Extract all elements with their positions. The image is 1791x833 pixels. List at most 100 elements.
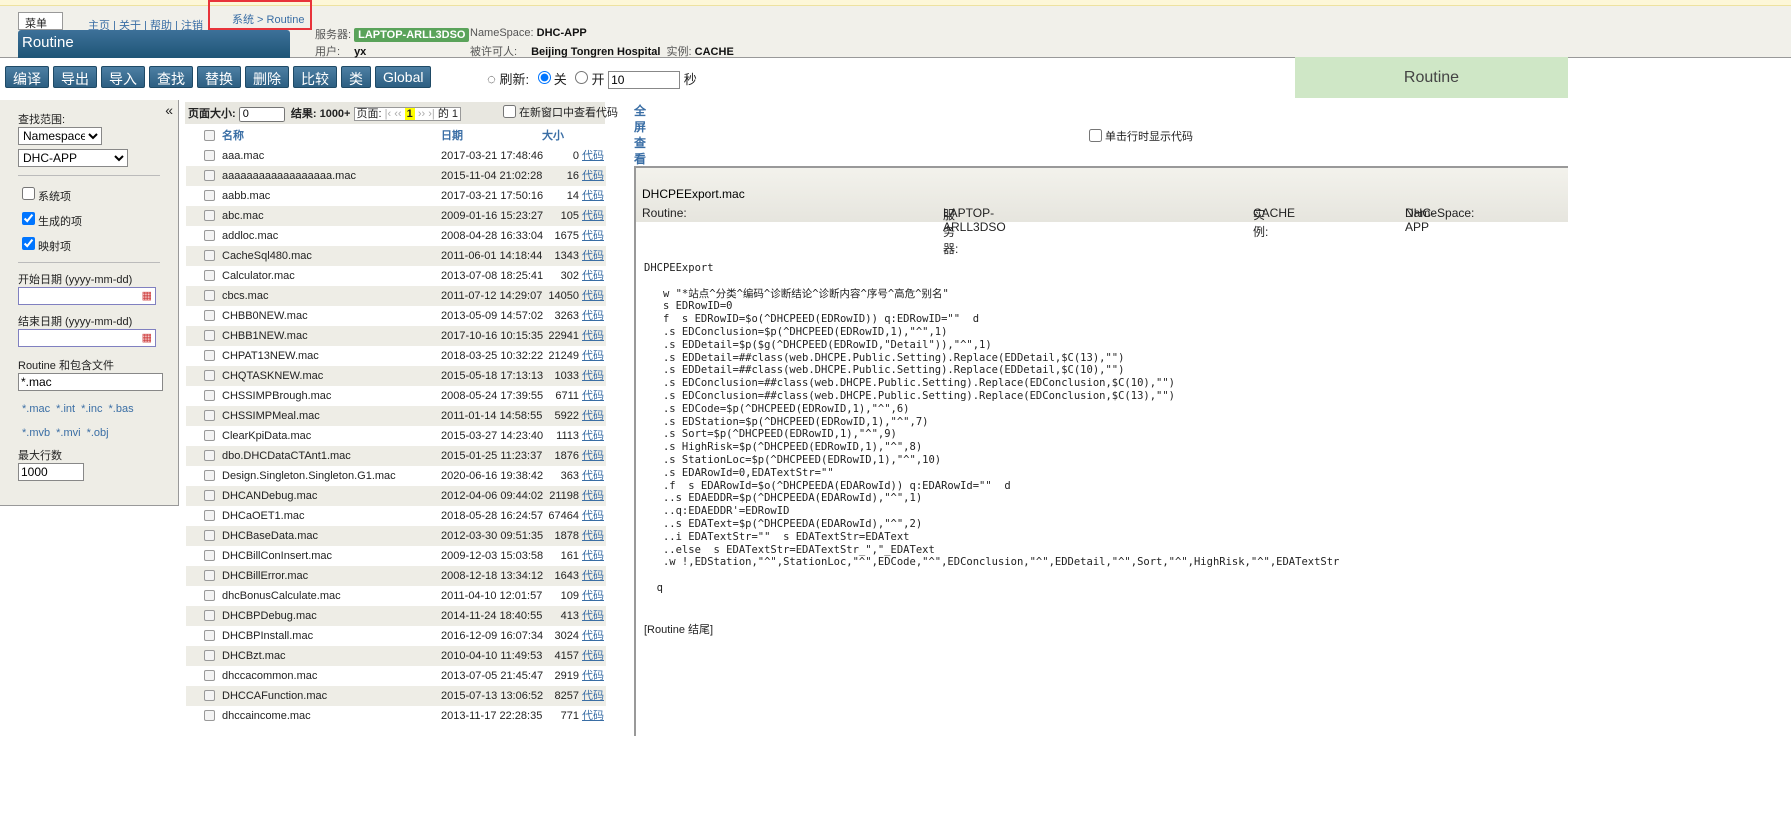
row-checkbox[interactable] (204, 210, 215, 221)
table-row[interactable]: DHCBPDebug.mac 2014-11-24 18:40:55 413 代码 (186, 606, 606, 626)
code-link[interactable]: 代码 (582, 626, 604, 646)
code-link[interactable]: 代码 (582, 326, 604, 346)
table-row[interactable]: DHCBzt.mac 2010-04-10 11:49:53 4157 代码 (186, 646, 606, 666)
routine-name[interactable]: aabb.mac (222, 186, 270, 206)
table-row[interactable]: CHSSIMPMeal.mac 2011-01-14 14:58:55 5922 代码 (186, 406, 606, 426)
code-link[interactable]: 代码 (582, 226, 604, 246)
calendar-icon[interactable]: ▦ (142, 289, 152, 302)
routine-name[interactable]: DHCBPInstall.mac (222, 626, 313, 646)
table-row[interactable]: DHCBillConInsert.mac 2009-12-03 15:03:58 1… (186, 546, 606, 566)
routine-name[interactable]: DHCBillError.mac (222, 566, 308, 586)
code-link[interactable]: 代码 (582, 166, 604, 186)
row-checkbox[interactable] (204, 490, 215, 501)
row-checkbox[interactable] (204, 170, 215, 181)
table-row[interactable]: dhcBonusCalculate.mac 2011-04-10 12:01:57… (186, 586, 606, 606)
code-link[interactable]: 代码 (582, 606, 604, 626)
table-row[interactable]: ClearKpiData.mac 2015-03-27 14:23:40 1113 代… (186, 426, 606, 446)
row-checkbox[interactable] (204, 470, 215, 481)
code-link[interactable]: 代码 (582, 186, 604, 206)
routine-name[interactable]: DHCANDebug.mac (222, 486, 317, 506)
current-page[interactable]: 1 (404, 108, 415, 120)
row-checkbox[interactable] (204, 630, 215, 641)
row-checkbox[interactable] (204, 670, 215, 681)
prev-page-icon[interactable]: ‹‹ (394, 108, 401, 120)
system-items-checkbox[interactable] (22, 187, 35, 200)
pattern-input[interactable] (18, 373, 163, 391)
type-link-int[interactable]: *.int (56, 403, 75, 415)
find-button[interactable]: 查找 (149, 66, 193, 88)
size-column-header[interactable]: 大小 (542, 126, 564, 146)
code-link[interactable]: 代码 (582, 546, 604, 566)
code-link[interactable]: 代码 (582, 486, 604, 506)
row-checkbox[interactable] (204, 450, 215, 461)
row-checkbox[interactable] (204, 350, 215, 361)
table-row[interactable]: DHCBPInstall.mac 2016-12-09 16:07:34 3024 代… (186, 626, 606, 646)
code-link[interactable]: 代码 (582, 366, 604, 386)
routine-name[interactable]: DHCBPDebug.mac (222, 606, 317, 626)
routine-name[interactable]: aaaaaaaaaaaaaaaaaa.mac (222, 166, 356, 186)
code-link[interactable]: 代码 (582, 526, 604, 546)
code-link[interactable]: 代码 (582, 706, 604, 726)
routine-name[interactable]: dhccacommon.mac (222, 666, 317, 686)
row-checkbox[interactable] (204, 690, 215, 701)
class-button[interactable]: 类 (341, 66, 371, 88)
table-row[interactable]: CHBB0NEW.mac 2013-05-09 14:57:02 3263 代码 (186, 306, 606, 326)
routine-name[interactable]: DHCBzt.mac (222, 646, 286, 666)
refresh-interval-input[interactable] (608, 71, 681, 89)
code-link[interactable]: 代码 (582, 266, 604, 286)
fullscreen-link[interactable]: 全屏查看 (634, 103, 648, 167)
code-link[interactable]: 代码 (582, 306, 604, 326)
select-all-checkbox[interactable] (204, 130, 215, 141)
row-checkbox[interactable] (204, 270, 215, 281)
last-page-icon[interactable]: ›| (428, 108, 435, 120)
row-checkbox[interactable] (204, 290, 215, 301)
routine-name[interactable]: abc.mac (222, 206, 264, 226)
next-page-icon[interactable]: ›› (418, 108, 425, 120)
menu-button[interactable]: 菜单 (18, 12, 63, 30)
row-checkbox[interactable] (204, 510, 215, 521)
export-button[interactable]: 导出 (53, 66, 97, 88)
compile-button[interactable]: 编译 (5, 66, 49, 88)
table-row[interactable]: abc.mac 2009-01-16 15:23:27 105 代码 (186, 206, 606, 226)
table-row[interactable]: CHPAT13NEW.mac 2018-03-25 10:32:22 21249 代码 (186, 346, 606, 366)
routine-name[interactable]: CHBB1NEW.mac (222, 326, 308, 346)
routine-name[interactable]: CHSSIMPMeal.mac (222, 406, 320, 426)
row-checkbox[interactable] (204, 410, 215, 421)
row-checkbox[interactable] (204, 330, 215, 341)
import-button[interactable]: 导入 (101, 66, 145, 88)
code-link[interactable]: 代码 (582, 566, 604, 586)
routine-name[interactable]: DHCaOET1.mac (222, 506, 305, 526)
code-link[interactable]: 代码 (582, 346, 604, 366)
code-link[interactable]: 代码 (582, 446, 604, 466)
routine-name[interactable]: Calculator.mac (222, 266, 295, 286)
table-row[interactable]: addloc.mac 2008-04-28 16:33:04 1675 代码 (186, 226, 606, 246)
code-link[interactable]: 代码 (582, 666, 604, 686)
table-row[interactable]: CHSSIMPBrough.mac 2008-05-24 17:39:55 6711… (186, 386, 606, 406)
row-checkbox[interactable] (204, 650, 215, 661)
table-row[interactable]: CHQTASKNEW.mac 2015-05-18 17:13:13 1033 代码 (186, 366, 606, 386)
compare-button[interactable]: 比较 (293, 66, 337, 88)
breadcrumb[interactable]: 系统 > Routine (208, 0, 312, 30)
type-link-inc[interactable]: *.inc (81, 403, 102, 415)
refresh-on-radio[interactable] (575, 71, 589, 84)
row-checkbox[interactable] (204, 390, 215, 401)
calendar-icon[interactable]: ▦ (142, 331, 152, 344)
code-link[interactable]: 代码 (582, 506, 604, 526)
routine-name[interactable]: dhcBonusCalculate.mac (222, 586, 341, 606)
code-link[interactable]: 代码 (582, 246, 604, 266)
replace-button[interactable]: 替换 (197, 66, 241, 88)
routine-name[interactable]: CHQTASKNEW.mac (222, 366, 323, 386)
routine-name[interactable]: dbo.DHCDataCTAnt1.mac (222, 446, 351, 466)
routine-name[interactable]: cbcs.mac (222, 286, 268, 306)
routine-name[interactable]: CHBB0NEW.mac (222, 306, 308, 326)
table-row[interactable]: aaaaaaaaaaaaaaaaaa.mac 2015-11-04 21:02:2… (186, 166, 606, 186)
code-link[interactable]: 代码 (582, 586, 604, 606)
namespace-select[interactable]: DHC-APP (18, 149, 128, 167)
table-row[interactable]: DHCaOET1.mac 2018-05-28 16:24:57 67464 代码 (186, 506, 606, 526)
row-checkbox[interactable] (204, 430, 215, 441)
table-row[interactable]: DHCANDebug.mac 2012-04-06 09:44:02 21198 代码 (186, 486, 606, 506)
row-checkbox[interactable] (204, 710, 215, 721)
code-link[interactable]: 代码 (582, 386, 604, 406)
code-link[interactable]: 代码 (582, 426, 604, 446)
delete-button[interactable]: 删除 (245, 66, 289, 88)
